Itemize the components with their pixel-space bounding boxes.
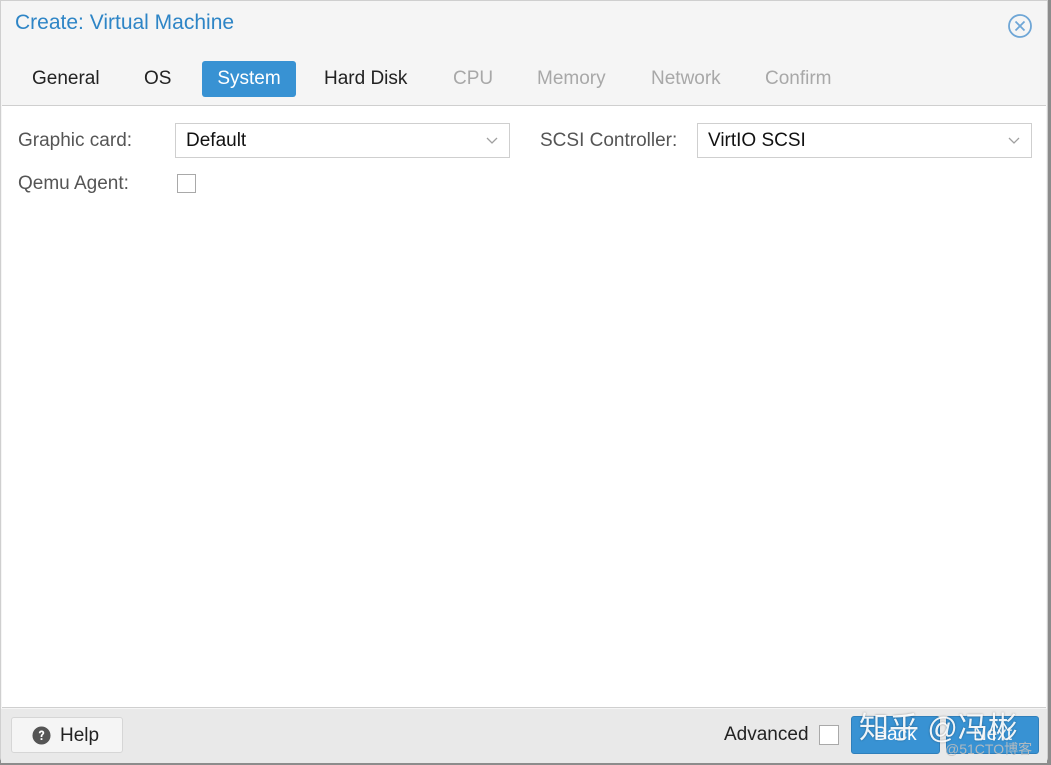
- dialog-title: Create: Virtual Machine: [15, 11, 235, 34]
- help-label: Help: [60, 725, 100, 746]
- tab-network: Network: [651, 68, 721, 89]
- scsi-controller-value: VirtIO SCSI: [708, 130, 806, 151]
- next-button[interactable]: Next: [946, 716, 1039, 754]
- question-circle-icon: [32, 726, 51, 745]
- create-vm-dialog: Create: Virtual Machine General OS Syste…: [0, 0, 1048, 763]
- chevron-down-icon: [1008, 137, 1020, 144]
- title-bar: Create: Virtual Machine: [1, 1, 1047, 49]
- tab-confirm: Confirm: [765, 68, 832, 89]
- back-button[interactable]: Back: [851, 716, 940, 754]
- tab-general[interactable]: General: [18, 61, 114, 97]
- graphic-card-select[interactable]: Default: [175, 123, 510, 158]
- tab-cpu: CPU: [453, 68, 494, 89]
- graphic-card-value: Default: [186, 130, 247, 151]
- tab-memory: Memory: [537, 68, 606, 89]
- system-panel: Graphic card: Default SCSI Controller: V…: [2, 105, 1046, 708]
- scsi-controller-label: SCSI Controller:: [540, 130, 678, 151]
- tab-hard-disk[interactable]: Hard Disk: [310, 61, 421, 97]
- qemu-agent-label: Qemu Agent:: [18, 173, 129, 194]
- dialog-footer: Help Advanced Back Next 知乎 @冯彬 @51CTO博客: [1, 709, 1047, 763]
- close-button[interactable]: [1007, 13, 1033, 39]
- tab-system[interactable]: System: [202, 61, 296, 97]
- graphic-card-label: Graphic card:: [18, 130, 133, 151]
- qemu-agent-checkbox[interactable]: [177, 174, 196, 193]
- close-circle-icon: [1008, 14, 1032, 38]
- wizard-tabs: General OS System Hard Disk CPU Memory N…: [1, 61, 1047, 97]
- advanced-label: Advanced: [724, 724, 809, 745]
- help-button[interactable]: Help: [11, 717, 123, 753]
- chevron-down-icon: [486, 137, 498, 144]
- advanced-checkbox[interactable]: [819, 725, 839, 745]
- scsi-controller-select[interactable]: VirtIO SCSI: [697, 123, 1032, 158]
- tab-os[interactable]: OS: [130, 61, 185, 97]
